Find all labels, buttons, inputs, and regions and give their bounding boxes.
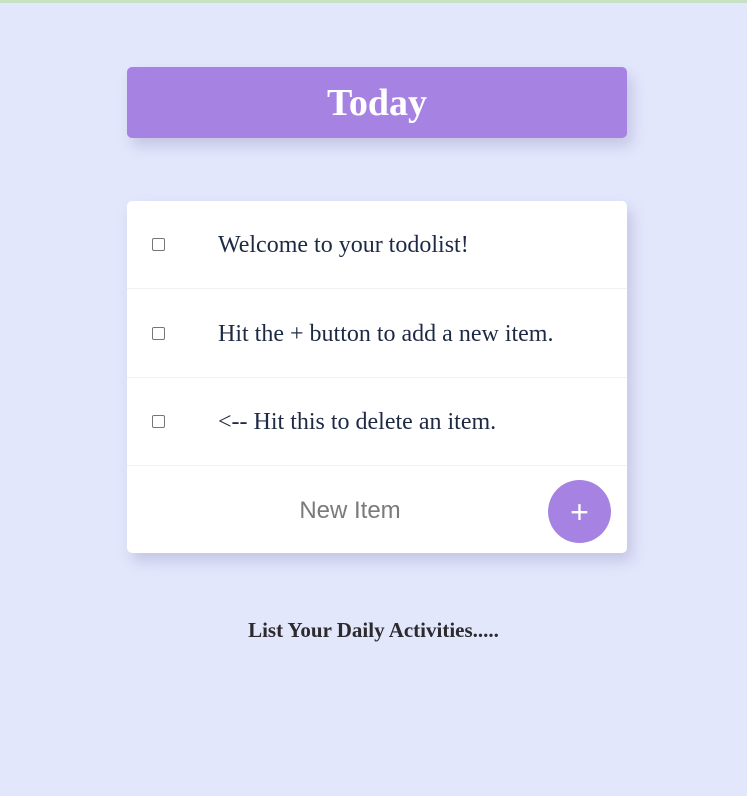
footer-text: List Your Daily Activities.....	[248, 618, 499, 642]
list-item: Welcome to your todolist!	[127, 201, 627, 289]
list-item-text: Hit the + button to add a new item.	[218, 321, 554, 347]
heading-banner: Today	[127, 67, 627, 138]
delete-checkbox[interactable]	[152, 327, 165, 340]
list-item-text: Welcome to your todolist!	[218, 232, 469, 258]
list-item: <-- Hit this to delete an item.	[127, 378, 627, 466]
page-title: Today	[327, 81, 427, 124]
browser-top-strip	[0, 0, 747, 3]
add-item-button[interactable]: +	[548, 480, 611, 543]
list-item-text: <-- Hit this to delete an item.	[218, 409, 497, 435]
new-item-form: +	[127, 467, 627, 553]
delete-checkbox[interactable]	[152, 415, 165, 428]
todo-list-card: Welcome to your todolist! Hit the + butt…	[127, 201, 627, 553]
new-item-input[interactable]	[167, 495, 533, 527]
delete-checkbox[interactable]	[152, 238, 165, 251]
list-item: Hit the + button to add a new item.	[127, 290, 627, 378]
